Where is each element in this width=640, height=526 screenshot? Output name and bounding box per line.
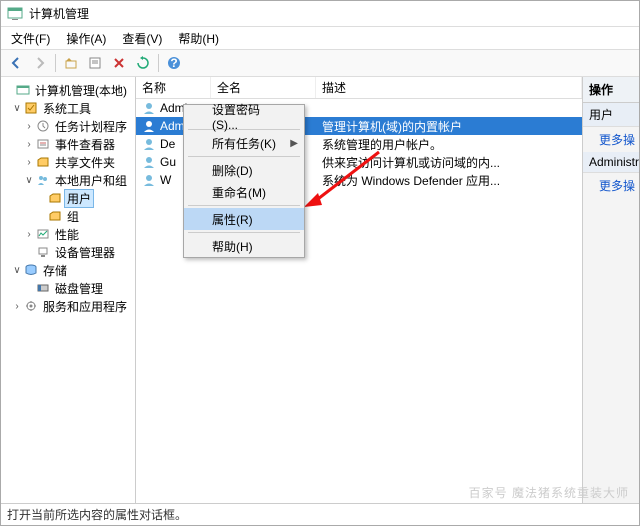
actions-more[interactable]: 更多操 bbox=[583, 127, 639, 152]
context-menu[interactable]: 设置密码(S)... 所有任务(K)▶ 删除(D) 重命名(M) 属性(R) 帮… bbox=[183, 104, 305, 258]
actions-header: 操作 bbox=[583, 77, 639, 103]
user-icon bbox=[142, 119, 156, 133]
expand-icon[interactable]: › bbox=[23, 121, 35, 132]
collapse-icon[interactable]: ∨ bbox=[11, 103, 23, 114]
forward-button[interactable] bbox=[29, 52, 51, 74]
ctx-delete[interactable]: 删除(D) bbox=[184, 159, 304, 181]
ctx-set-password[interactable]: 设置密码(S)... bbox=[184, 105, 304, 127]
menu-separator bbox=[188, 205, 300, 206]
tree-devmgr[interactable]: 设备管理器 bbox=[3, 243, 133, 261]
delete-button[interactable] bbox=[108, 52, 130, 74]
tree-root[interactable]: 计算机管理(本地) bbox=[3, 81, 133, 99]
tree-perf[interactable]: ›性能 bbox=[3, 225, 133, 243]
menu-separator bbox=[188, 156, 300, 157]
properties-button[interactable] bbox=[84, 52, 106, 74]
actions-section-selected: Administrat bbox=[583, 152, 639, 173]
menu-file[interactable]: 文件(F) bbox=[3, 28, 58, 49]
menu-separator bbox=[188, 232, 300, 233]
actions-section-user: 用户 bbox=[583, 103, 639, 127]
collapse-icon[interactable]: ∨ bbox=[11, 265, 23, 276]
ctx-all-tasks[interactable]: 所有任务(K)▶ bbox=[184, 132, 304, 154]
app-icon bbox=[7, 6, 23, 22]
user-icon bbox=[142, 155, 156, 169]
col-fullname[interactable]: 全名 bbox=[211, 77, 316, 98]
user-icon bbox=[142, 101, 156, 115]
collapse-icon[interactable]: ∨ bbox=[23, 175, 35, 186]
tree-groups[interactable]: 组 bbox=[3, 207, 133, 225]
tree-shared[interactable]: ›共享文件夹 bbox=[3, 153, 133, 171]
actions-panel: 操作 用户 更多操 Administrat 更多操 bbox=[583, 77, 639, 503]
status-text: 打开当前所选内容的属性对话框。 bbox=[7, 506, 187, 523]
expand-icon[interactable]: › bbox=[11, 301, 23, 312]
ctx-properties[interactable]: 属性(R) bbox=[184, 208, 304, 230]
menubar: 文件(F) 操作(A) 查看(V) 帮助(H) bbox=[1, 27, 639, 49]
window-title: 计算机管理 bbox=[29, 5, 89, 22]
ctx-rename[interactable]: 重命名(M) bbox=[184, 181, 304, 203]
menu-action[interactable]: 操作(A) bbox=[58, 28, 114, 49]
up-button[interactable] bbox=[60, 52, 82, 74]
user-icon bbox=[142, 137, 156, 151]
menu-help[interactable]: 帮助(H) bbox=[170, 28, 227, 49]
tree-scheduler[interactable]: ›任务计划程序 bbox=[3, 117, 133, 135]
tree-eventviewer[interactable]: ›事件查看器 bbox=[3, 135, 133, 153]
ctx-help[interactable]: 帮助(H) bbox=[184, 235, 304, 257]
user-icon bbox=[142, 173, 156, 187]
status-bar: 打开当前所选内容的属性对话框。 bbox=[1, 503, 639, 525]
svg-text:?: ? bbox=[170, 56, 177, 70]
tree-diskmgmt[interactable]: 磁盘管理 bbox=[3, 279, 133, 297]
menu-view[interactable]: 查看(V) bbox=[114, 28, 170, 49]
col-desc[interactable]: 描述 bbox=[316, 77, 582, 98]
expand-icon[interactable]: › bbox=[23, 229, 35, 240]
expand-icon[interactable]: › bbox=[23, 157, 35, 168]
toolbar: ? bbox=[1, 49, 639, 77]
back-button[interactable] bbox=[5, 52, 27, 74]
tree-storage[interactable]: ∨存储 bbox=[3, 261, 133, 279]
help-button[interactable]: ? bbox=[163, 52, 185, 74]
column-headers: 名称 全名 描述 bbox=[136, 77, 582, 99]
actions-more[interactable]: 更多操 bbox=[583, 173, 639, 198]
expand-icon[interactable]: › bbox=[23, 139, 35, 150]
submenu-arrow-icon: ▶ bbox=[290, 138, 298, 149]
tree-localusers[interactable]: ∨本地用户和组 bbox=[3, 171, 133, 189]
titlebar: 计算机管理 bbox=[1, 1, 639, 27]
col-name[interactable]: 名称 bbox=[136, 77, 211, 98]
tree-systools[interactable]: ∨系统工具 bbox=[3, 99, 133, 117]
refresh-button[interactable] bbox=[132, 52, 154, 74]
tree-services[interactable]: ›服务和应用程序 bbox=[3, 297, 133, 315]
nav-tree[interactable]: 计算机管理(本地) ∨系统工具 ›任务计划程序 ›事件查看器 ›共享文件夹 ∨本… bbox=[1, 77, 136, 503]
tree-users[interactable]: 用户 bbox=[3, 189, 133, 207]
